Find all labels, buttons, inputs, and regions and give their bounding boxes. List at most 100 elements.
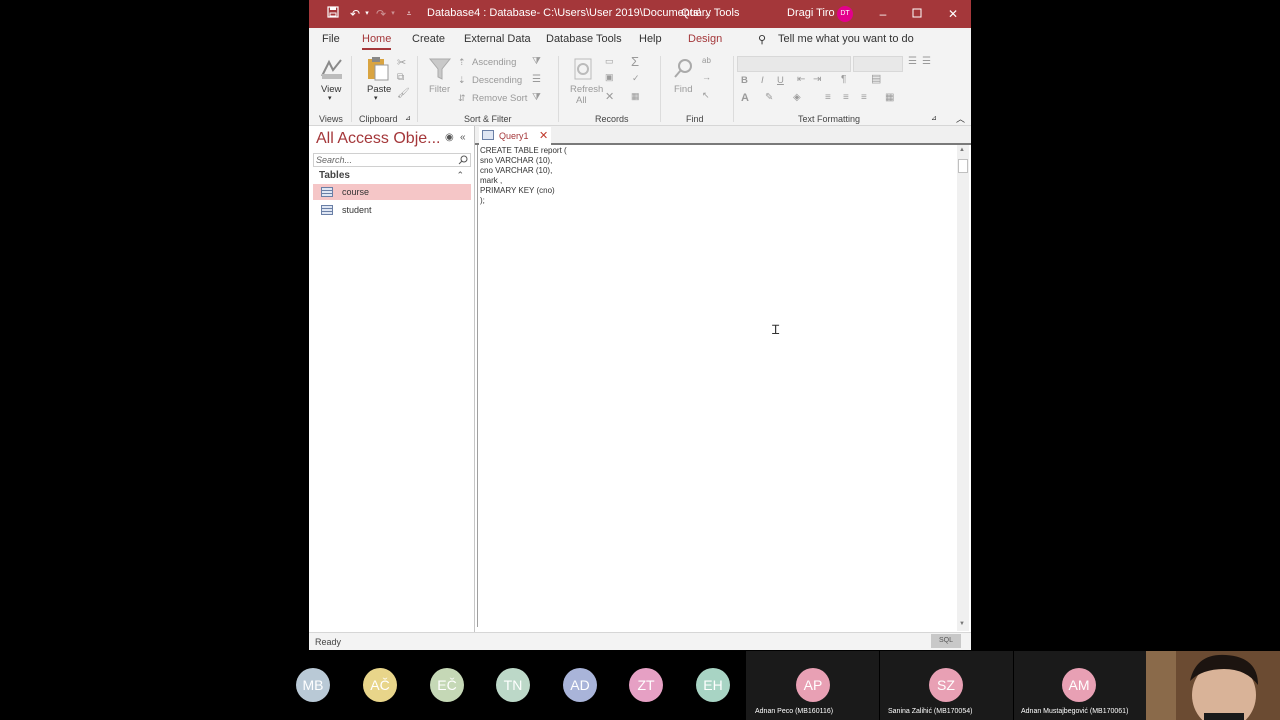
font-name-select[interactable]: [737, 56, 851, 72]
participant-avatar[interactable]: SZ: [929, 668, 963, 702]
participant-avatar[interactable]: TN: [496, 668, 530, 702]
tab-design[interactable]: Design: [688, 33, 722, 45]
go-to-icon[interactable]: →: [702, 72, 711, 82]
tab-external-data[interactable]: External Data: [464, 33, 531, 45]
numbering-icon[interactable]: ☰: [922, 56, 931, 67]
minimize-icon[interactable]: –: [875, 6, 891, 22]
decrease-indent-icon[interactable]: ⇤: [797, 74, 805, 85]
totals-icon[interactable]: Σ: [631, 54, 639, 69]
refresh-all-icon[interactable]: [571, 56, 597, 82]
tab-database-tools[interactable]: Database Tools: [546, 33, 622, 45]
ascending-button[interactable]: Ascending: [472, 57, 516, 68]
underline-button[interactable]: U: [777, 75, 784, 86]
remove-sort-icon[interactable]: ⇵: [458, 93, 466, 104]
italic-button[interactable]: I: [761, 75, 764, 86]
maximize-icon[interactable]: [909, 6, 925, 22]
filter-button[interactable]: Filter: [429, 84, 450, 95]
participant-avatar[interactable]: EČ: [430, 668, 464, 702]
user-name[interactable]: Dragi Tiro: [787, 7, 835, 19]
advanced-filter-icon[interactable]: ☰: [532, 74, 541, 85]
collapse-ribbon-icon[interactable]: ︿: [956, 112, 965, 125]
collapse-section-icon[interactable]: ⌃: [456, 170, 464, 181]
view-icon[interactable]: [319, 56, 345, 82]
user-avatar[interactable]: DT: [837, 6, 853, 22]
nav-search-input[interactable]: Search...: [313, 153, 471, 167]
nav-menu-icon[interactable]: ◉: [445, 132, 454, 143]
filter-icon[interactable]: [427, 56, 453, 82]
paste-dropdown-icon[interactable]: ▾: [374, 94, 378, 102]
vertical-scrollbar[interactable]: ▲ ▼: [957, 145, 969, 631]
bold-button[interactable]: B: [741, 75, 748, 86]
highlight-icon[interactable]: ✎: [765, 92, 773, 103]
format-painter-icon[interactable]: 🖌: [397, 88, 410, 99]
gridlines-icon[interactable]: ▤: [871, 72, 881, 85]
query-tools-context-label: Query Tools: [681, 7, 740, 19]
refresh-all-label[interactable]: All: [576, 95, 587, 106]
tab-help[interactable]: Help: [639, 33, 662, 45]
tell-me-search[interactable]: Tell me what you want to do: [778, 33, 914, 45]
participant-avatar[interactable]: MB: [296, 668, 330, 702]
font-size-select[interactable]: [853, 56, 903, 72]
participant-video[interactable]: [1146, 651, 1280, 720]
view-dropdown-icon[interactable]: ▾: [328, 94, 332, 102]
paste-icon[interactable]: [365, 56, 391, 82]
tab-file[interactable]: File: [322, 33, 340, 45]
align-left-icon[interactable]: ≡: [825, 92, 831, 103]
more-records-icon[interactable]: ▦: [631, 91, 640, 102]
ascending-icon[interactable]: ⇡: [458, 57, 466, 68]
shutter-bar-close-icon[interactable]: «: [460, 132, 466, 143]
rtl-icon[interactable]: ¶: [841, 74, 846, 85]
nav-pane-title[interactable]: All Access Obje...: [316, 130, 441, 148]
align-right-icon[interactable]: ≡: [861, 92, 867, 103]
replace-icon[interactable]: ab: [702, 56, 711, 65]
participant-avatar[interactable]: EH: [696, 668, 730, 702]
tab-home[interactable]: Home: [362, 33, 391, 45]
close-tab-icon[interactable]: ✕: [539, 129, 548, 142]
participant-avatar[interactable]: AČ: [363, 668, 397, 702]
refresh-button[interactable]: Refresh: [570, 84, 603, 95]
spelling-icon[interactable]: ✓: [632, 73, 640, 84]
text-formatting-launcher-icon[interactable]: ⊿: [931, 114, 937, 122]
fill-color-icon[interactable]: ◈: [793, 92, 801, 103]
selection-icon[interactable]: ⧩: [532, 56, 541, 67]
bullets-icon[interactable]: ☰: [908, 56, 917, 67]
scroll-up-icon[interactable]: ▲: [959, 147, 965, 153]
find-button[interactable]: Find: [674, 84, 692, 95]
align-center-icon[interactable]: ≡: [843, 92, 849, 103]
scroll-thumb[interactable]: [958, 159, 968, 173]
participant-avatar[interactable]: AM: [1062, 668, 1096, 702]
find-icon[interactable]: [671, 56, 697, 82]
descending-button[interactable]: Descending: [472, 75, 522, 86]
tab-create[interactable]: Create: [412, 33, 445, 45]
copy-icon[interactable]: ⧉: [397, 72, 404, 83]
save-icon[interactable]: [325, 6, 341, 22]
records-group-label: Records: [595, 114, 629, 124]
search-icon[interactable]: [458, 155, 468, 165]
save-record-icon[interactable]: ▣: [605, 72, 614, 83]
increase-indent-icon[interactable]: ⇥: [813, 74, 821, 85]
descending-icon[interactable]: ⇣: [458, 75, 466, 86]
nav-section-tables[interactable]: Tables: [319, 170, 350, 181]
sql-view-button[interactable]: SQL: [931, 634, 961, 648]
tab-query1[interactable]: Query1 ✕: [479, 127, 551, 145]
cut-icon[interactable]: ✂: [397, 56, 406, 69]
font-color-button[interactable]: A: [741, 92, 749, 104]
nav-item-course[interactable]: course: [313, 184, 471, 200]
nav-item-student[interactable]: student: [313, 202, 471, 218]
paste-button[interactable]: Paste: [367, 84, 391, 95]
close-icon[interactable]: ✕: [945, 6, 961, 22]
toggle-filter-icon[interactable]: ⧩: [532, 92, 541, 103]
participant-avatar[interactable]: AP: [796, 668, 830, 702]
sql-editor[interactable]: CREATE TABLE report ( sno VARCHAR (10), …: [477, 145, 957, 627]
delete-record-icon[interactable]: ✕: [605, 90, 614, 103]
new-record-icon[interactable]: ▭: [605, 56, 614, 67]
customize-quick-access-icon[interactable]: ⩡: [401, 6, 417, 22]
participant-avatar[interactable]: AD: [563, 668, 597, 702]
alt-row-color-icon[interactable]: ▦: [885, 92, 894, 103]
clipboard-launcher-icon[interactable]: ⊿: [405, 114, 411, 122]
scroll-down-icon[interactable]: ▼: [959, 621, 965, 627]
select-icon[interactable]: ↖: [702, 90, 710, 101]
remove-sort-button[interactable]: Remove Sort: [472, 93, 527, 104]
redo-dropdown-icon[interactable]: ▾: [385, 6, 401, 22]
participant-avatar[interactable]: ZT: [629, 668, 663, 702]
